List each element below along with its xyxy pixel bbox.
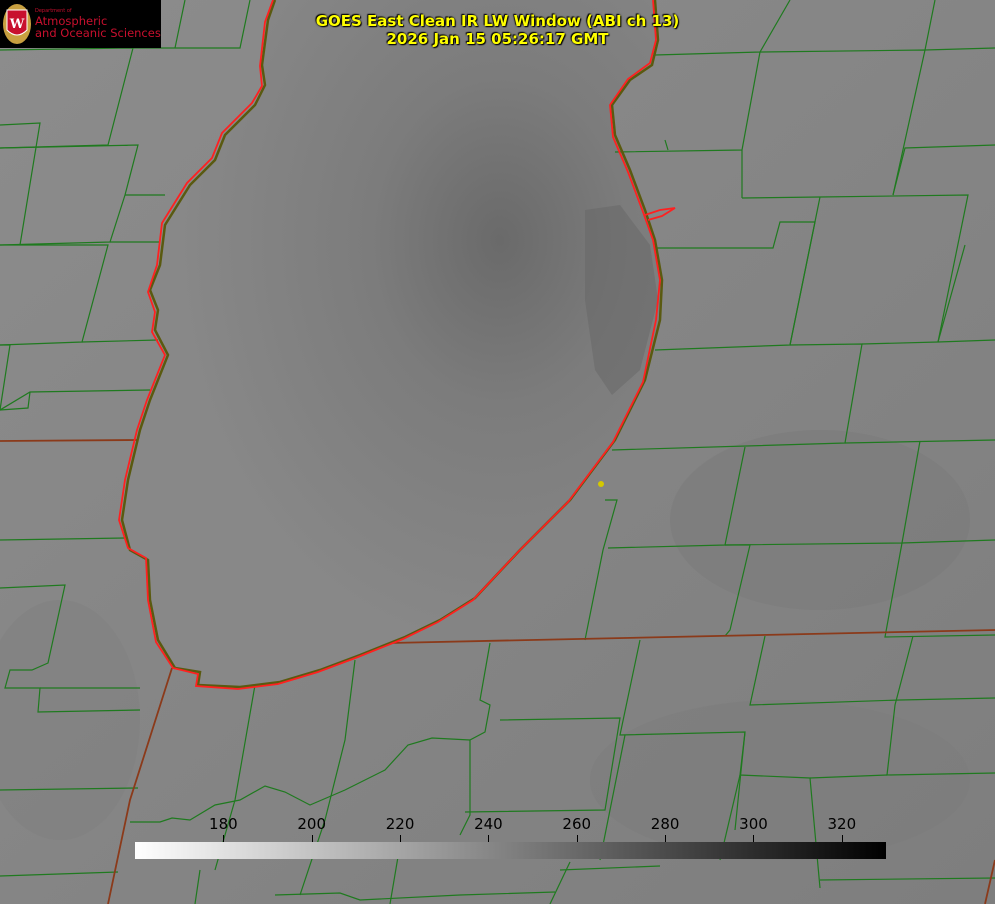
land-shade-east [670,430,970,610]
colorbar-tick-mark [665,835,667,842]
colorbar-tick-label: 200 [297,815,327,833]
land-shade-southeast [590,700,970,860]
colorbar-tick-mark [311,835,313,842]
colorbar-tick-label: 220 [385,815,415,833]
station-dot-icon[interactable] [598,481,604,487]
colorbar-tick-mark [488,835,490,842]
colorbar-tick-label: 240 [474,815,503,833]
institution-logo[interactable]: W Department of Atmospheric and Oceanic … [0,0,161,48]
colorbar-tick-mark [576,835,578,842]
colorbar-tick-label: 260 [562,815,592,833]
colorbar-tick-label: 180 [209,815,238,833]
colorbar-tick-mark [753,835,755,842]
map-canvas[interactable] [0,0,995,904]
university-seal-icon: W [3,4,31,44]
logo-line-2: and Oceanic Sciences [35,26,161,40]
colorbar-tick-label: 300 [739,815,768,833]
temperature-colorbar [135,842,886,859]
image-title-block: GOES East Clean IR LW Window (ABI ch 13)… [250,12,745,48]
colorbar-tick-mark [223,835,225,842]
product-title: GOES East Clean IR LW Window (ABI ch 13) [315,12,680,30]
colorbar-tick-label: 320 [827,815,857,833]
colorbar-tick-label: 280 [650,815,680,833]
satellite-map[interactable]: W Department of Atmospheric and Oceanic … [0,0,995,904]
image-timestamp: 2026 Jan 15 05:26:17 GMT [386,30,609,48]
colorbar-tick-mark [841,835,843,842]
seal-letter: W [9,17,25,32]
colorbar-tick-mark [400,835,402,842]
